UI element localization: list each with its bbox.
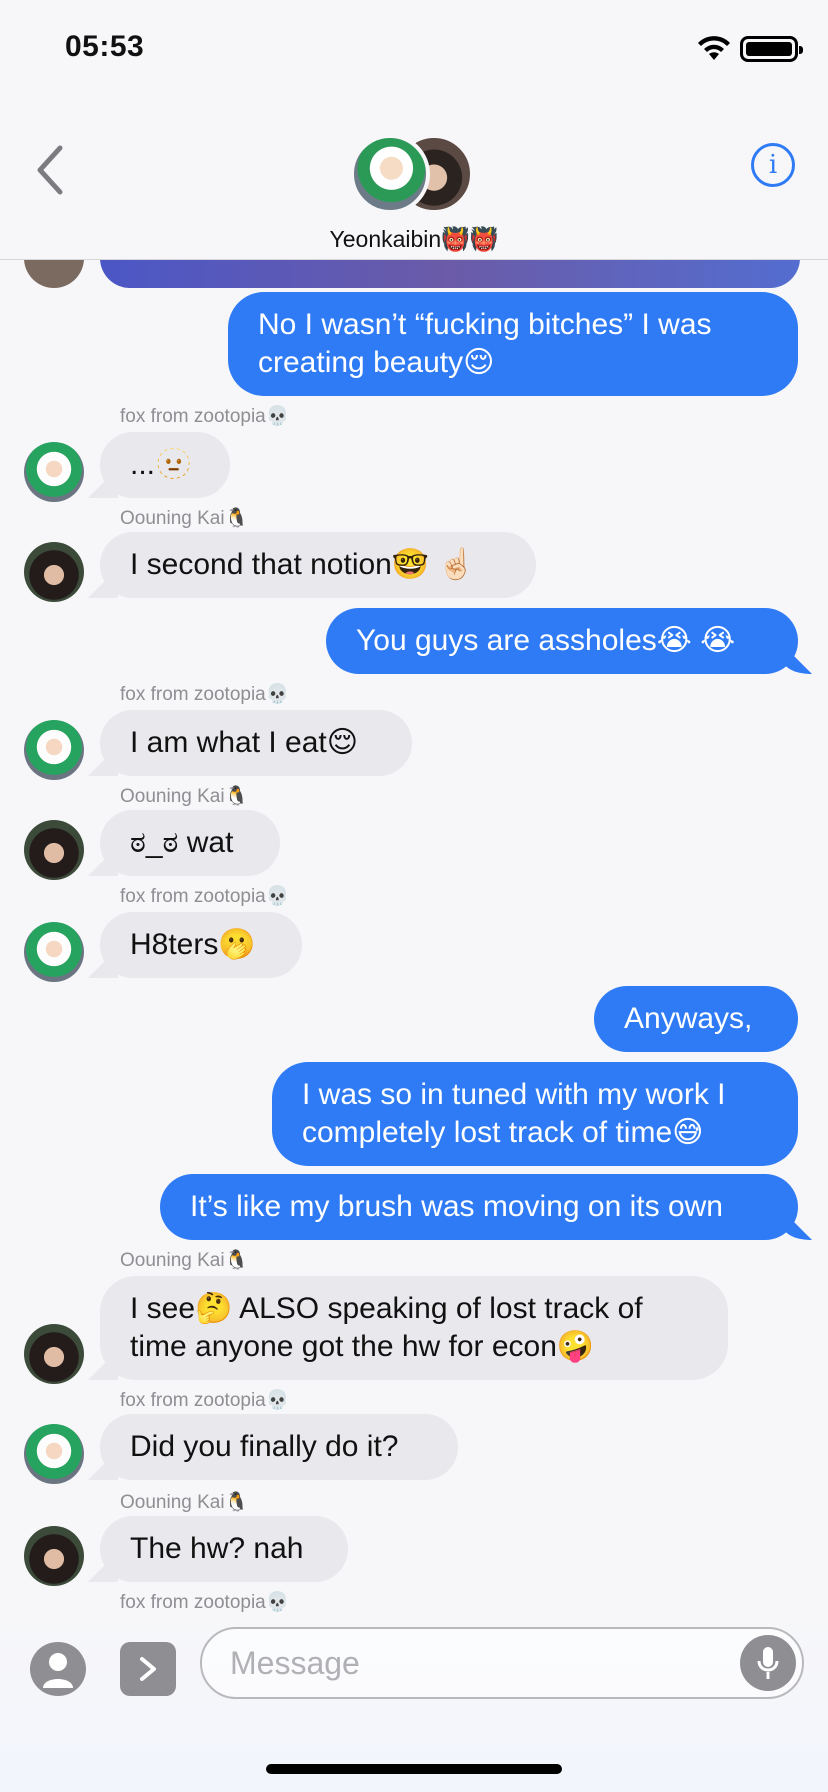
- sender-name: Oouning Kai🐧: [120, 508, 249, 529]
- incoming-message[interactable]: I am what I eat😌: [100, 710, 412, 776]
- chat-header: Yeonkaibin👹👹 i: [0, 100, 828, 260]
- outgoing-message[interactable]: Anyways,: [594, 986, 798, 1052]
- avatar[interactable]: [24, 442, 84, 502]
- avatar: [350, 134, 430, 214]
- incoming-message[interactable]: Did you finally do it?: [100, 1414, 458, 1480]
- avatar[interactable]: [24, 820, 84, 880]
- sender-name: fox from zootopia💀: [120, 684, 290, 705]
- incoming-message[interactable]: H8ters🫢: [100, 912, 302, 978]
- microphone-icon: [757, 1647, 779, 1679]
- incoming-message[interactable]: I second that notion🤓 ☝🏻: [100, 532, 536, 598]
- person-icon: [43, 1653, 73, 1688]
- avatar[interactable]: [24, 1526, 84, 1586]
- message-placeholder: Message: [230, 1645, 360, 1681]
- incoming-message[interactable]: I see🤔 ALSO speaking of lost track of ti…: [100, 1276, 728, 1380]
- outgoing-message[interactable]: No I wasn’t “fucking bitches” I was crea…: [228, 292, 798, 396]
- avatar[interactable]: [24, 542, 84, 602]
- message-input[interactable]: Message: [200, 1627, 804, 1699]
- incoming-message[interactable]: ಠ_ಠ wat: [100, 810, 280, 876]
- avatar[interactable]: [24, 1424, 84, 1484]
- sender-name: Oouning Kai🐧: [120, 786, 249, 807]
- sender-name: Oouning Kai🐧: [120, 1250, 249, 1271]
- microphone-button[interactable]: [740, 1635, 796, 1691]
- sender-name: fox from zootopia💀: [120, 886, 290, 907]
- avatar[interactable]: [24, 720, 84, 780]
- group-avatar[interactable]: [350, 134, 480, 214]
- sender-name: Oouning Kai🐧: [120, 1492, 249, 1513]
- sender-name: fox from zootopia💀: [120, 1592, 290, 1613]
- avatar[interactable]: [24, 1324, 84, 1384]
- home-indicator: [266, 1764, 562, 1774]
- outgoing-message[interactable]: It’s like my brush was moving on its own: [160, 1174, 798, 1240]
- profile-icon[interactable]: [30, 1642, 86, 1696]
- outgoing-message[interactable]: You guys are assholes😭 😭: [326, 608, 798, 674]
- sender-name: fox from zootopia💀: [120, 406, 290, 427]
- expand-button[interactable]: [120, 1642, 176, 1696]
- chevron-right-icon: [140, 1657, 156, 1681]
- outgoing-message[interactable]: I was so in tuned with my work I complet…: [272, 1062, 798, 1166]
- sender-name: fox from zootopia💀: [120, 1390, 290, 1411]
- back-chevron-icon[interactable]: [30, 140, 74, 200]
- group-name[interactable]: Yeonkaibin👹👹: [0, 226, 828, 253]
- info-icon[interactable]: i: [751, 143, 795, 187]
- avatar[interactable]: [24, 922, 84, 982]
- incoming-message[interactable]: ...🫥: [100, 432, 230, 498]
- chat-area: No I wasn’t “fucking bitches” I was crea…: [0, 0, 828, 1792]
- incoming-message[interactable]: The hw? nah: [100, 1516, 348, 1582]
